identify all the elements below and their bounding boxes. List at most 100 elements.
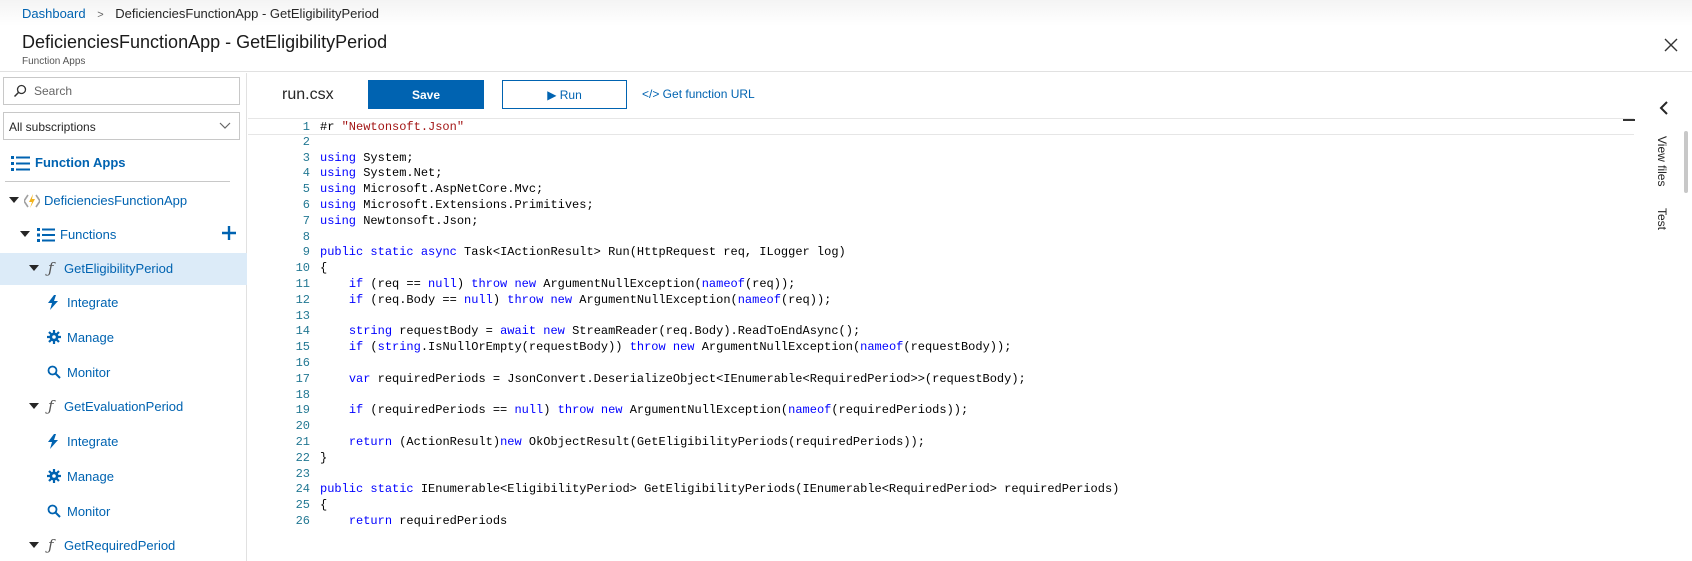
- code-line[interactable]: 8: [248, 229, 1634, 246]
- right-rail: View files Test: [1635, 73, 1692, 561]
- line-number: 3: [302, 150, 310, 165]
- close-icon[interactable]: [1660, 34, 1682, 56]
- line-number: 25: [295, 498, 310, 513]
- breadcrumb-current: DeficienciesFunctionApp - GetEligibility…: [115, 6, 380, 21]
- code-line[interactable]: 4 using System.Net;: [248, 165, 1634, 182]
- chevron-left-icon[interactable]: [1659, 101, 1669, 115]
- sidebar-item-monitor[interactable]: Monitor: [0, 357, 247, 389]
- caret-down-icon: [29, 403, 39, 409]
- save-button[interactable]: Save: [368, 80, 484, 109]
- sidebar-item-function-apps[interactable]: Function Apps: [0, 147, 247, 179]
- line-number: 2: [302, 134, 310, 149]
- function-icon: ƒ: [48, 397, 54, 415]
- code-line[interactable]: 6 using Microsoft.Extensions.Primitives;: [248, 197, 1634, 214]
- code-text: return (ActionResult)new OkObjectResult(…: [348, 435, 925, 449]
- editor-toolbar: run.csx Save ▶ Run </> Get function URL: [248, 73, 1628, 117]
- sidebar-item-get-eligibility-period[interactable]: ƒ GetEligibilityPeriod: [0, 253, 247, 285]
- code-line[interactable]: 22}: [248, 450, 1634, 467]
- breadcrumb-dashboard-link[interactable]: Dashboard: [22, 6, 86, 21]
- code-text: if (req.Body == null) throw new Argument…: [348, 292, 832, 307]
- sidebar-item-get-required-period[interactable]: ƒ GetRequiredPeriod: [0, 530, 247, 561]
- code-line[interactable]: 14 string requestBody = await new Stream…: [248, 323, 1634, 340]
- code-line[interactable]: 26 return requiredPeriods: [248, 513, 1634, 530]
- function-icon: ƒ: [48, 259, 54, 277]
- code-line[interactable]: 11 if (req == null) throw new ArgumentNu…: [248, 276, 1634, 293]
- page-title: DeficienciesFunctionApp - GetEligibility…: [22, 32, 388, 52]
- line-number: 11: [295, 277, 310, 291]
- code-line[interactable]: 2: [248, 134, 1634, 151]
- code-text: if (string.IsNullOrEmpty(requestBody)) t…: [348, 340, 1012, 355]
- code-line[interactable]: 1 #r "Newtonsoft.Json": [248, 118, 1634, 135]
- sidebar-item-label: Monitor: [67, 504, 111, 519]
- line-number: 6: [302, 198, 310, 212]
- code-line[interactable]: 13: [248, 308, 1634, 325]
- code-line[interactable]: 15 if (string.IsNullOrEmpty(requestBody)…: [248, 339, 1634, 356]
- code-text: using System;: [320, 150, 414, 165]
- get-function-url-link[interactable]: </> Get function URL: [642, 87, 755, 101]
- sidebar-item-label: Manage: [67, 330, 114, 345]
- code-line[interactable]: 17 var requiredPeriods = JsonConvert.Des…: [248, 371, 1634, 388]
- code-text: if (requiredPeriods == null) throw new A…: [348, 403, 969, 418]
- code-line[interactable]: 23: [248, 466, 1634, 483]
- code-line[interactable]: 25 {: [248, 497, 1634, 514]
- breadcrumb-chevron-icon: >: [97, 9, 104, 21]
- function-icon: ƒ: [48, 536, 54, 554]
- line-number: 7: [302, 213, 310, 228]
- code-text: using Newtonsoft.Json;: [320, 213, 479, 228]
- blade-header: DeficienciesFunctionApp - GetEligibility…: [0, 26, 1692, 72]
- code-line[interactable]: 3 using System;: [248, 150, 1634, 167]
- search-input[interactable]: [34, 81, 234, 101]
- file-name: run.csx: [282, 86, 334, 103]
- search-icon: [47, 504, 61, 518]
- code-line[interactable]: 7 using Newtonsoft.Json;: [248, 213, 1634, 230]
- code-editor[interactable]: 1 #r "Newtonsoft.Json" 2 3 using System; 4 usi…: [248, 118, 1634, 561]
- subscription-select[interactable]: All subscriptions: [3, 112, 240, 140]
- line-number: 22: [295, 450, 310, 465]
- code-line[interactable]: 18: [248, 387, 1634, 404]
- caret-down-icon: [29, 265, 39, 271]
- scrollbar[interactable]: [1684, 131, 1688, 193]
- code-line[interactable]: 9 public static async Task<IActionResult>…: [248, 244, 1634, 261]
- line-number: 10: [295, 261, 310, 276]
- code-line[interactable]: 5 using Microsoft.AspNetCore.Mvc;: [248, 181, 1634, 198]
- tab-view-files[interactable]: View files: [1655, 136, 1669, 186]
- minimap-indicator: [1623, 119, 1635, 121]
- sidebar-item-manage[interactable]: Manage: [0, 461, 247, 493]
- code-line[interactable]: 21 return (ActionResult)new OkObjectResu…: [248, 434, 1634, 451]
- code-line[interactable]: 10 {: [248, 260, 1634, 277]
- sidebar-item-integrate[interactable]: Integrate: [0, 426, 247, 458]
- code-text: #r "Newtonsoft.Json": [320, 120, 465, 134]
- sidebar-item-integrate[interactable]: Integrate: [0, 287, 247, 319]
- code-text: public static async Task<IActionResult> …: [320, 245, 846, 260]
- sidebar-item-label: Integrate: [67, 295, 119, 310]
- sidebar-item-monitor[interactable]: Monitor: [0, 496, 247, 528]
- code-line[interactable]: 24 public static IEnumerable<EligibilityP…: [248, 481, 1634, 498]
- code-line[interactable]: 16: [248, 355, 1634, 372]
- run-button[interactable]: ▶ Run: [502, 80, 627, 109]
- code-line[interactable]: 20: [248, 418, 1634, 435]
- tab-test[interactable]: Test: [1655, 208, 1669, 230]
- line-number: 17: [295, 371, 310, 386]
- code-text: using Microsoft.Extensions.Primitives;: [320, 198, 594, 212]
- lightning-icon: [48, 295, 58, 310]
- add-function-icon[interactable]: [221, 225, 237, 241]
- sidebar-item-label: DeficienciesFunctionApp: [44, 193, 188, 208]
- line-number: 9: [302, 245, 310, 260]
- code-line[interactable]: 12 if (req.Body == null) throw new Argum…: [248, 292, 1634, 309]
- line-number: 12: [295, 292, 310, 307]
- code-text: string requestBody = await new StreamRea…: [348, 324, 861, 339]
- gear-icon: [47, 330, 61, 344]
- sidebar-item-function-app[interactable]: DeficienciesFunctionApp: [0, 185, 247, 217]
- code-line[interactable]: 19 if (requiredPeriods == null) throw ne…: [248, 402, 1634, 419]
- line-number: 4: [302, 166, 310, 181]
- sidebar-item-manage[interactable]: Manage: [0, 322, 247, 354]
- page-subtitle: Function Apps: [22, 56, 86, 67]
- search-icon: [47, 365, 61, 379]
- sidebar-item-get-evaluation-period[interactable]: ƒ GetEvaluationPeriod: [0, 391, 247, 423]
- line-number: 26: [295, 514, 310, 528]
- code-text: using System.Net;: [320, 166, 443, 181]
- caret-down-icon: [20, 231, 30, 237]
- line-number: 23: [295, 466, 310, 481]
- sidebar-item-functions[interactable]: Functions: [0, 219, 247, 251]
- line-number: 19: [295, 403, 310, 418]
